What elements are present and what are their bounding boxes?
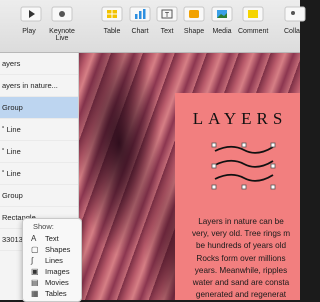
comment-icon — [242, 6, 264, 22]
show-option-images[interactable]: ▣ Images — [31, 267, 70, 277]
show-option-shapes[interactable]: ▢ Shapes — [31, 245, 71, 255]
show-filter-popup: Show: A Text ▢ Shapes ∫ Lines ▣ Images ▤ Movi… — [22, 218, 82, 302]
movie-icon: ▤ — [31, 278, 39, 287]
text-button[interactable]: T Text — [156, 6, 178, 35]
shape-icon: ▢ — [31, 245, 39, 254]
svg-text:T: T — [165, 12, 170, 19]
list-item-group[interactable]: Group — [0, 185, 78, 207]
option-label: Shapes — [45, 245, 71, 254]
comment-label: Comment — [238, 28, 269, 35]
shape-button[interactable]: Shape — [182, 6, 206, 35]
keynote-live-label: Keynote Live — [49, 28, 75, 42]
collaborate-label: Colla — [284, 28, 300, 35]
list-item-layers-text[interactable]: ayers in nature... — [0, 75, 78, 97]
text-icon: T — [156, 6, 178, 22]
shape-label: Shape — [183, 28, 205, 35]
keynote-live-icon — [51, 6, 73, 22]
collaborate-button[interactable]: Colla — [284, 6, 308, 35]
chart-button[interactable]: Chart — [128, 6, 152, 35]
play-label: Play — [22, 28, 36, 35]
play-button[interactable]: Play — [20, 6, 42, 35]
table-button[interactable]: Table — [100, 6, 124, 35]
shape-icon — [183, 6, 205, 22]
show-option-movies[interactable]: ▤ Movies — [31, 278, 69, 288]
text-label: Text — [160, 28, 174, 35]
table-icon — [101, 6, 123, 22]
collaborate-icon — [284, 6, 306, 22]
list-item-label: Line — [6, 147, 21, 156]
option-label: Lines — [45, 256, 63, 265]
body-line: water and sand are consta — [192, 278, 290, 288]
text-icon: A — [31, 234, 37, 243]
chart-icon — [129, 6, 151, 22]
option-label: Tables — [45, 289, 67, 298]
popup-header: Show: — [33, 222, 54, 231]
play-icon — [20, 6, 42, 22]
option-label: Images — [45, 267, 70, 276]
wavy-lines-group[interactable] — [211, 141, 277, 193]
body-line: Rocks form over millions — [196, 253, 286, 263]
image-icon: ▣ — [31, 267, 39, 276]
body-line: Layers in nature can be — [198, 217, 284, 226]
table-icon: ▦ — [31, 289, 39, 298]
media-icon — [211, 6, 233, 22]
slide-canvas[interactable]: LAYERS Layers in nature can be very, ver… — [79, 53, 300, 300]
keynote-live-button[interactable]: Keynote Live — [42, 6, 82, 42]
media-button[interactable]: Media — [210, 6, 234, 35]
card-title: LAYERS — [192, 109, 288, 128]
body-line: generated and regenerat — [195, 290, 287, 300]
text-card[interactable]: LAYERS Layers in nature can be very, ver… — [175, 93, 300, 300]
media-label: Media — [212, 28, 232, 35]
body-line: be hundreds of years old — [195, 241, 287, 251]
list-item-line[interactable]: ˚ Line — [0, 119, 78, 141]
table-label: Table — [103, 28, 121, 35]
comment-button[interactable]: Comment — [238, 6, 268, 35]
body-line: years. Meanwhile, ripples — [194, 265, 288, 275]
option-label: Movies — [45, 278, 69, 287]
toolbar: Play Keynote Live Table Chart T Text Sha… — [0, 0, 306, 53]
chart-label: Chart — [131, 28, 149, 35]
list-item-line[interactable]: ˚ Line — [0, 141, 78, 163]
list-item-line[interactable]: ˚ Line — [0, 163, 78, 185]
show-option-text[interactable]: A Text — [31, 234, 59, 244]
list-item-label: Line — [6, 125, 21, 134]
list-item-label: Line — [6, 169, 21, 178]
line-icon: ∫ — [31, 256, 34, 265]
card-body-text[interactable]: Layers in nature can be very, very old. … — [181, 216, 300, 300]
show-option-lines[interactable]: ∫ Lines — [31, 256, 63, 266]
option-label: Text — [45, 234, 59, 243]
list-item-group[interactable]: Group — [0, 97, 78, 119]
body-line: very, very old. Tree rings m — [191, 229, 291, 239]
list-item-layers[interactable]: ayers — [0, 53, 78, 75]
show-option-tables[interactable]: ▦ Tables — [31, 289, 67, 299]
